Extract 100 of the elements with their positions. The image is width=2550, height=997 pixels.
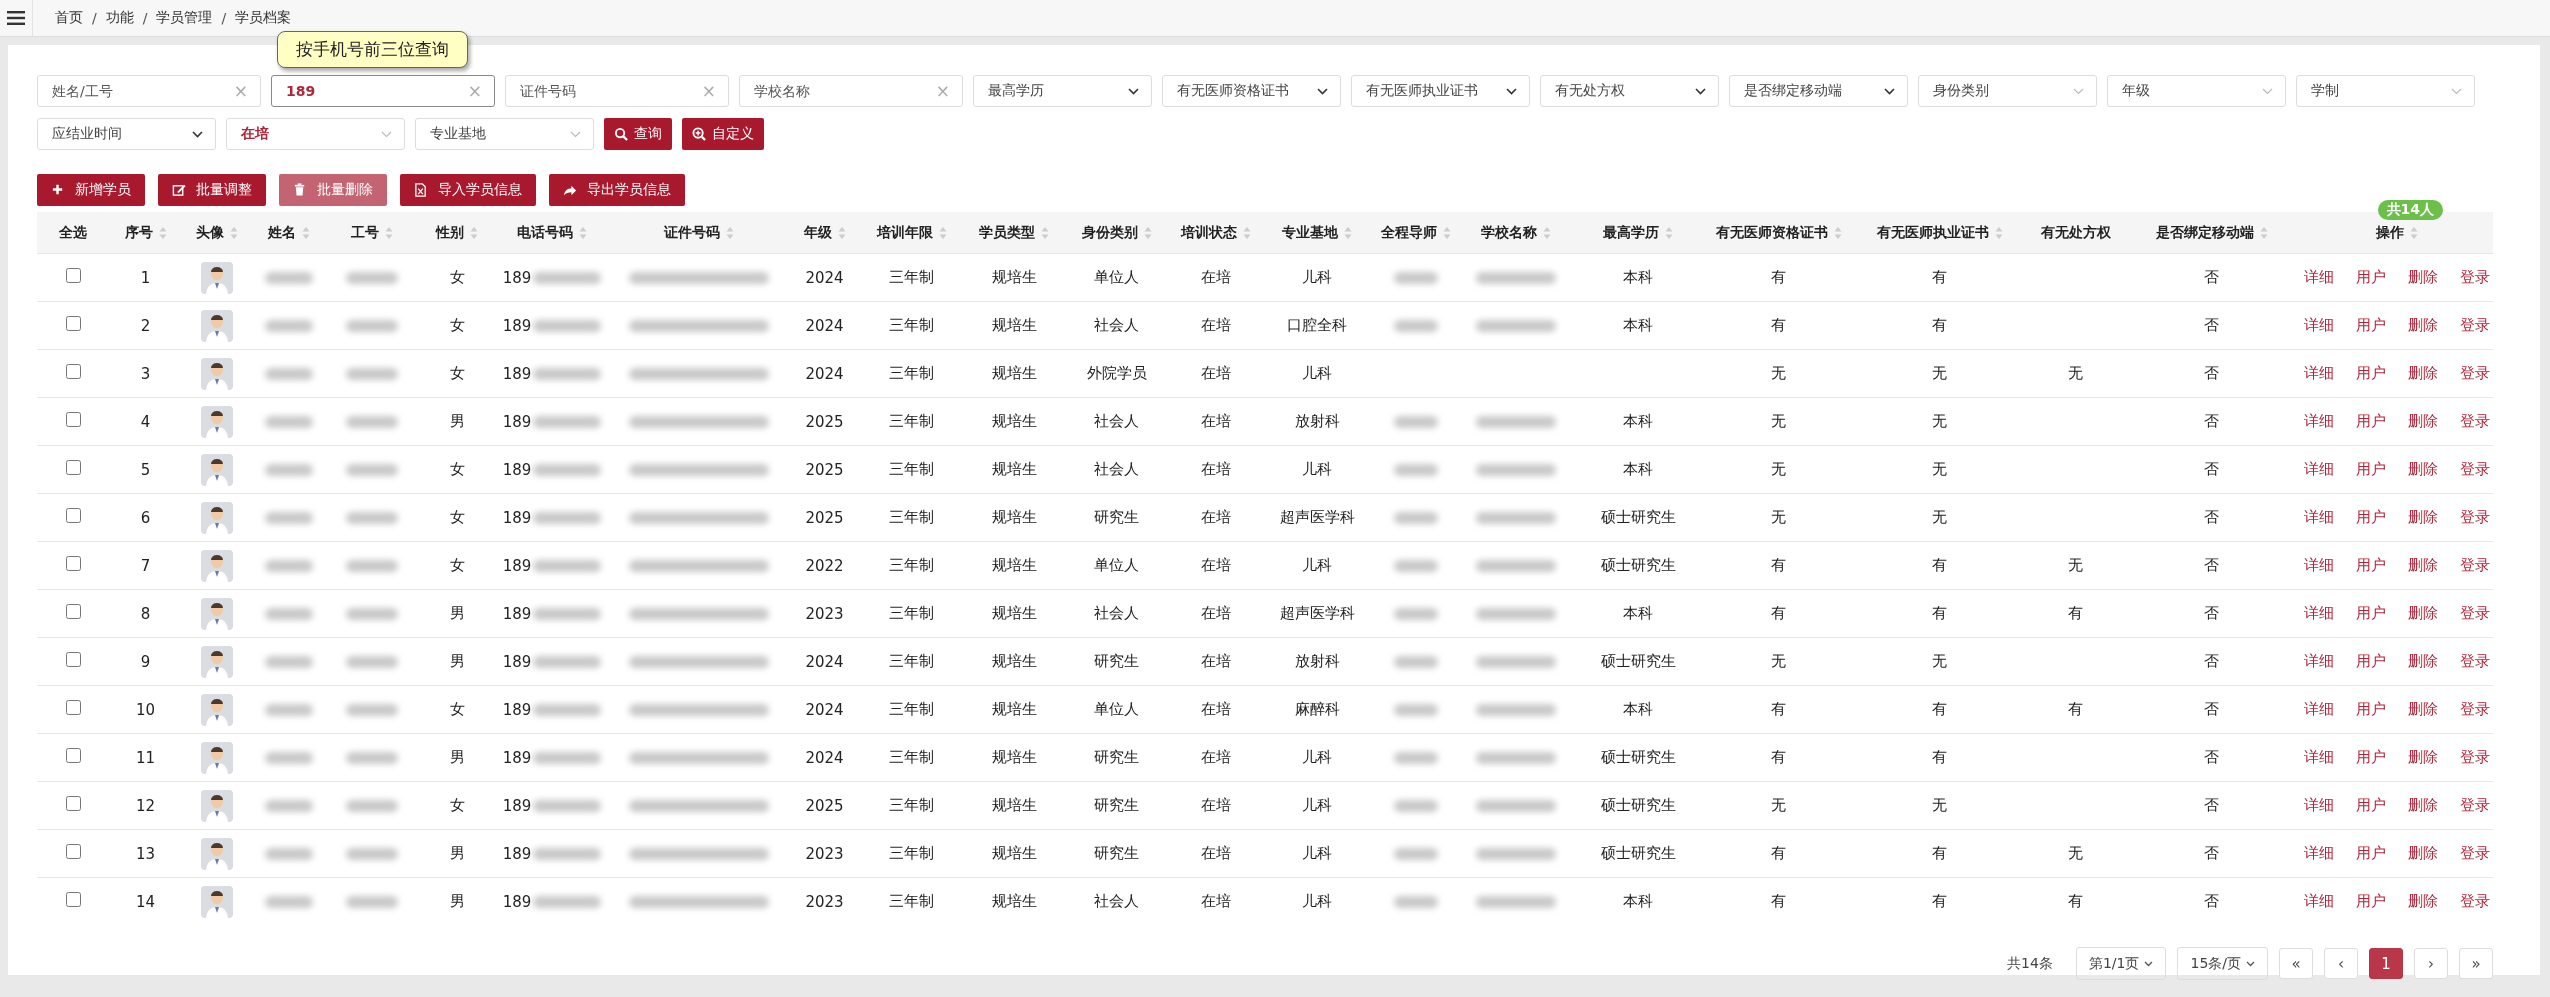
header-cell[interactable]: 培训状态 <box>1167 212 1265 254</box>
action-link[interactable]: 删除 <box>2408 364 2438 383</box>
column-header[interactable]: 是否绑定移动端 <box>2155 223 2254 242</box>
action-link[interactable]: 删除 <box>2408 316 2438 335</box>
action-link[interactable]: 详细 <box>2304 748 2334 767</box>
action-link[interactable]: 删除 <box>2408 652 2438 671</box>
page-button[interactable]: 1 <box>2369 948 2403 979</box>
column-header[interactable]: 性别 <box>436 223 464 242</box>
button[interactable]: 批量调整 <box>158 174 266 206</box>
button[interactable]: 新增学员 <box>37 174 145 206</box>
header-cell[interactable]: 学校名称 <box>1463 212 1569 254</box>
checkbox[interactable] <box>65 268 81 283</box>
header-cell[interactable]: 有无医师资格证书 <box>1707 212 1850 254</box>
action-link[interactable]: 详细 <box>2304 268 2334 287</box>
column-header[interactable]: 电话号码 <box>517 223 573 242</box>
action-link[interactable]: 用户 <box>2356 460 2386 479</box>
column-header[interactable]: 工号 <box>351 223 379 242</box>
select-field[interactable]: 年级 <box>2107 75 2286 107</box>
action-link[interactable]: 登录 <box>2460 364 2490 383</box>
action-link[interactable]: 用户 <box>2356 892 2386 911</box>
column-header[interactable]: 证件号码 <box>663 223 720 242</box>
column-header[interactable]: 有无医师资格证书 <box>1715 223 1828 242</box>
header-cell[interactable]: 有无医师执业证书 <box>1850 212 2029 254</box>
action-link[interactable]: 用户 <box>2356 700 2386 719</box>
column-header[interactable]: 操作 <box>2376 223 2404 242</box>
column-header[interactable]: 学校名称 <box>1481 223 1537 242</box>
header-cell[interactable]: 培训年限 <box>861 212 962 254</box>
select-field[interactable]: 是否绑定移动端 <box>1729 75 1908 107</box>
column-header[interactable]: 年级 <box>803 223 832 242</box>
action-link[interactable]: 删除 <box>2408 268 2438 287</box>
select-field[interactable]: 15条/页 <box>2177 947 2268 980</box>
action-link[interactable]: 登录 <box>2460 556 2490 575</box>
select-field[interactable]: 专业基地 <box>415 118 594 150</box>
action-link[interactable]: 详细 <box>2304 652 2334 671</box>
action-link[interactable]: 登录 <box>2460 748 2490 767</box>
button[interactable]: 自定义 <box>682 118 764 150</box>
header-cell[interactable]: 是否绑定移动端 <box>2122 212 2301 254</box>
action-link[interactable]: 用户 <box>2356 844 2386 863</box>
action-link[interactable]: 登录 <box>2460 700 2490 719</box>
select-field[interactable]: 有无医师资格证书 <box>1162 75 1341 107</box>
action-link[interactable]: 用户 <box>2356 364 2386 383</box>
breadcrumb-item[interactable]: 首页 <box>55 9 83 27</box>
action-link[interactable]: 删除 <box>2408 412 2438 431</box>
column-header[interactable]: 头像 <box>196 223 224 242</box>
action-link[interactable]: 删除 <box>2408 556 2438 575</box>
checkbox[interactable] <box>65 412 81 427</box>
checkbox[interactable] <box>65 604 81 619</box>
column-header[interactable]: 全程导师 <box>1381 223 1437 242</box>
action-link[interactable]: 用户 <box>2356 268 2386 287</box>
action-link[interactable]: 用户 <box>2356 412 2386 431</box>
action-link[interactable]: 登录 <box>2460 508 2490 527</box>
button[interactable]: 导入学员信息 <box>400 174 536 206</box>
action-link[interactable]: 登录 <box>2460 268 2490 287</box>
action-link[interactable]: 删除 <box>2408 460 2438 479</box>
action-link[interactable]: 用户 <box>2356 796 2386 815</box>
header-cell[interactable]: 证件号码 <box>609 212 788 254</box>
header-cell[interactable]: 全程导师 <box>1369 212 1463 254</box>
header-cell[interactable]: 最高学历 <box>1569 212 1707 254</box>
select-field[interactable]: 在培 <box>226 118 405 150</box>
action-link[interactable]: 详细 <box>2304 604 2334 623</box>
column-header[interactable]: 序号 <box>124 223 153 242</box>
action-link[interactable]: 删除 <box>2408 892 2438 911</box>
checkbox[interactable] <box>65 316 81 331</box>
action-link[interactable]: 删除 <box>2408 508 2438 527</box>
action-link[interactable]: 登录 <box>2460 460 2490 479</box>
checkbox[interactable] <box>65 556 81 571</box>
page-button[interactable]: › <box>2414 948 2448 979</box>
action-link[interactable]: 详细 <box>2304 508 2334 527</box>
breadcrumb-item[interactable]: 学员管理 <box>156 9 213 27</box>
select-field[interactable]: 有无医师执业证书 <box>1351 75 1530 107</box>
header-cell[interactable]: 性别 <box>419 212 495 254</box>
header-cell[interactable]: 头像 <box>182 212 252 254</box>
select-field[interactable]: 有无处方权 <box>1540 75 1719 107</box>
breadcrumb-item[interactable]: 功能 <box>105 9 134 27</box>
header-cell[interactable]: 专业基地 <box>1265 212 1369 254</box>
action-link[interactable]: 删除 <box>2408 604 2438 623</box>
header-cell[interactable]: 电话号码 <box>495 212 609 254</box>
menu-icon[interactable] <box>7 10 25 26</box>
action-link[interactable]: 详细 <box>2304 460 2334 479</box>
action-link[interactable]: 详细 <box>2304 796 2334 815</box>
page-button[interactable]: « <box>2279 948 2313 979</box>
action-link[interactable]: 用户 <box>2356 748 2386 767</box>
checkbox[interactable] <box>65 748 81 763</box>
action-link[interactable]: 详细 <box>2304 700 2334 719</box>
action-link[interactable]: 详细 <box>2304 556 2334 575</box>
select-field[interactable]: 学制 <box>2296 75 2475 107</box>
checkbox[interactable] <box>65 892 81 907</box>
column-header[interactable]: 培训年限 <box>876 223 933 242</box>
action-link[interactable]: 用户 <box>2356 556 2386 575</box>
action-link[interactable]: 用户 <box>2356 604 2386 623</box>
select-field[interactable]: 最高学历 <box>973 75 1152 107</box>
column-header[interactable]: 最高学历 <box>1603 223 1659 242</box>
text-field[interactable]: 189 × <box>271 75 495 107</box>
action-link[interactable]: 登录 <box>2460 316 2490 335</box>
action-link[interactable]: 详细 <box>2304 892 2334 911</box>
checkbox[interactable] <box>65 796 81 811</box>
column-header[interactable]: 有无医师执业证书 <box>1876 223 1989 242</box>
action-link[interactable]: 删除 <box>2408 700 2438 719</box>
header-cell[interactable]: 身份类别 <box>1066 212 1167 254</box>
action-link[interactable]: 用户 <box>2356 508 2386 527</box>
